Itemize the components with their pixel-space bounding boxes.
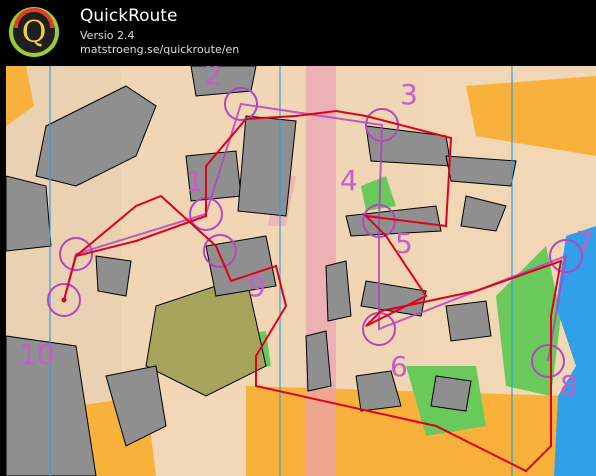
control-label-4: 4 — [340, 164, 358, 197]
control-label-6: 6 — [390, 350, 408, 383]
quickroute-logo-icon: Q — [9, 7, 59, 57]
app-header: Q QuickRoute Versio 2.4 matstroeng.se/qu… — [0, 0, 596, 64]
building — [430, 375, 472, 412]
building — [445, 155, 517, 187]
control-label-10: 10 — [19, 338, 55, 371]
app-version: Versio 2.4 — [80, 29, 135, 42]
control-label-9: 9 — [248, 270, 266, 303]
control-label-5: 5 — [395, 227, 413, 260]
building — [190, 66, 257, 97]
building — [325, 260, 352, 322]
building — [95, 255, 132, 297]
finish-marker — [61, 297, 67, 303]
control-label-8: 8 — [560, 369, 578, 402]
svg-text:Q: Q — [22, 15, 47, 50]
map-canvas[interactable]: 1 2 3 4 5 6 7 8 9 10 — [6, 66, 596, 476]
control-label-3: 3 — [400, 78, 418, 111]
app-url: matstroeng.se/quickroute/en — [80, 43, 240, 56]
app-title: QuickRoute — [80, 6, 178, 26]
building — [6, 175, 52, 252]
field-area — [246, 386, 566, 476]
building — [305, 330, 332, 392]
building — [445, 300, 492, 342]
building — [237, 115, 297, 217]
control-label-2: 2 — [204, 66, 222, 91]
control-label-1: 1 — [186, 165, 204, 198]
control-label-7: 7 — [576, 225, 594, 258]
orienteering-map[interactable]: 1 2 3 4 5 6 7 8 9 10 — [6, 66, 596, 476]
